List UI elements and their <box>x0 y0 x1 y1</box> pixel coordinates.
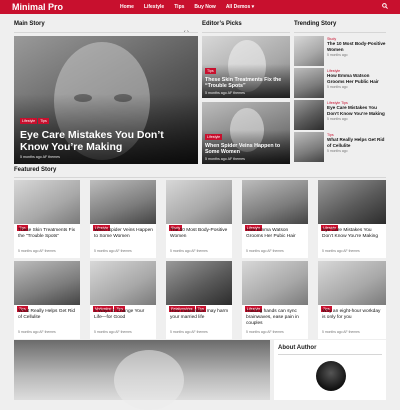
featured-title[interactable]: Eye Care Mistakes You Don’t Know You’re … <box>322 228 383 240</box>
about-author-heading: About Author <box>278 345 317 351</box>
featured-title[interactable]: Holding hands can sync brainwaves, ease … <box>246 309 305 327</box>
featured-title[interactable]: What Really Helps Get Rid of Cellulite <box>18 309 77 321</box>
trending-thumbnail[interactable] <box>294 36 324 66</box>
category-tag[interactable]: Tips <box>38 117 49 124</box>
post-meta: 5 months ago <box>327 149 348 153</box>
author-avatar[interactable] <box>316 361 346 391</box>
divider <box>14 177 386 178</box>
main-story-title[interactable]: Eye Care Mistakes You Don’t Know You’re … <box>20 129 192 153</box>
site-logo[interactable]: Minimal Pro <box>12 2 63 12</box>
featured-card[interactable]: Lifestyle How Emma Watson Grooms Her Pub… <box>242 180 308 258</box>
post-meta: 5 months ago AF themes <box>205 157 245 161</box>
post-meta: 5 months ago AF themes <box>20 155 60 159</box>
post-meta: 5 months ago AF themes <box>18 330 56 334</box>
trending-thumbnail[interactable] <box>294 100 324 130</box>
trending-title[interactable]: What Really Helps Get Rid of Cellulite <box>327 137 386 148</box>
divider <box>278 354 382 355</box>
featured-title[interactable]: 5 Ways to Change Your Life—for Good <box>94 309 153 321</box>
divider <box>14 32 198 33</box>
about-author-widget: About Author <box>274 340 386 400</box>
trending-title[interactable]: The 10 Most Body-Positive Women <box>327 41 386 52</box>
top-navigation-bar: Minimal Pro Home Lifestyle Tips Buy Now … <box>0 0 400 14</box>
post-meta: 5 months ago AF themes <box>205 91 245 95</box>
main-story-card[interactable]: Lifestyle Tips Eye Care Mistakes You Don’… <box>14 36 198 164</box>
featured-title[interactable]: How materialism may harm your married li… <box>170 309 229 321</box>
category-tag[interactable]: Lifestyle <box>205 133 223 140</box>
featured-card[interactable]: Tips These Skin Treatments Fix the “Trou… <box>14 180 80 258</box>
main-story-heading: Main Story <box>14 21 45 27</box>
post-meta: 5 months ago AF themes <box>170 330 208 334</box>
trending-thumbnail[interactable] <box>294 132 324 162</box>
post-meta: 5 months ago AF themes <box>94 249 132 253</box>
featured-card[interactable]: Lifestyle Eye Care Mistakes You Don’t Kn… <box>318 180 386 258</box>
trending-title[interactable]: Eye Care Mistakes You Don’t Know You’re … <box>327 105 386 116</box>
editors-pick-card[interactable]: Tips These Skin Treatments Fix the “Trou… <box>202 36 290 98</box>
post-meta: 5 months ago AF themes <box>322 330 360 334</box>
featured-card[interactable]: Relationships Tips How materialism may ha… <box>166 261 232 339</box>
search-icon[interactable] <box>382 3 388 11</box>
featured-card[interactable]: Lifestyle When Spider Veins Happen to So… <box>90 180 156 258</box>
nav-item-all-demos[interactable]: All Demos ▾ <box>221 4 259 10</box>
main-story-overlay: Lifestyle Tips Eye Care Mistakes You Don’… <box>20 109 192 159</box>
category-tag[interactable]: Lifestyle <box>20 117 38 124</box>
editors-pick-overlay: Tips These Skin Treatments Fix the “Trou… <box>205 59 287 95</box>
nav-item-home[interactable]: Home <box>115 4 139 10</box>
editors-pick-title[interactable]: When Spider Veins Happen to Some Women <box>205 143 287 155</box>
featured-heading: Featured Story <box>14 167 57 173</box>
post-meta: 5 months ago <box>327 85 348 89</box>
featured-card[interactable]: Tips What Really Helps Get Rid of Cellul… <box>14 261 80 339</box>
nav-item-lifestyle[interactable]: Lifestyle <box>139 4 169 10</box>
trending-heading: Trending Story <box>294 21 337 27</box>
post-meta: 5 months ago AF themes <box>246 330 284 334</box>
featured-title[interactable]: These Skin Treatments Fix the “Trouble S… <box>18 228 77 240</box>
featured-title[interactable]: Why an eight-hour workday is only for yo… <box>322 309 383 321</box>
featured-card[interactable]: Motivation Tips 5 Ways to Change Your Lif… <box>90 261 156 339</box>
large-story-image[interactable] <box>14 340 270 410</box>
main-nav: Home Lifestyle Tips Buy Now All Demos ▾ <box>115 4 259 10</box>
editors-pick-card[interactable]: Lifestyle When Spider Veins Happen to So… <box>202 102 290 164</box>
featured-card[interactable]: Lifestyle Holding hands can sync brainwa… <box>242 261 308 339</box>
featured-card[interactable]: Study The 10 Most Body-Positive Women 5 … <box>166 180 232 258</box>
nav-item-tips[interactable]: Tips <box>169 4 189 10</box>
post-meta: 5 months ago <box>327 53 348 57</box>
divider <box>202 32 290 33</box>
featured-title[interactable]: How Emma Watson Grooms Her Pubic Hair <box>246 228 305 240</box>
trending-item[interactable]: Lifestyle Tips Eye Care Mistakes You Don… <box>294 100 386 130</box>
post-meta: 5 months ago AF themes <box>246 249 284 253</box>
featured-card[interactable]: Tips Why an eight-hour workday is only f… <box>318 261 386 339</box>
portrait-shape <box>114 350 184 410</box>
trending-item[interactable]: Study The 10 Most Body-Positive Women 5 … <box>294 36 386 66</box>
post-meta: 5 months ago <box>327 117 348 121</box>
trending-thumbnail[interactable] <box>294 68 324 98</box>
editors-pick-overlay: Lifestyle When Spider Veins Happen to So… <box>205 125 287 161</box>
nav-item-buy-now[interactable]: Buy Now <box>189 4 220 10</box>
featured-title[interactable]: When Spider Veins Happen to Some Women <box>94 228 153 240</box>
post-meta: 5 months ago AF themes <box>94 330 132 334</box>
post-meta: 5 months ago AF themes <box>18 249 56 253</box>
editors-picks-heading: Editor’s Picks <box>202 21 242 27</box>
trending-item[interactable]: Lifestyle How Emma Watson Grooms Her Pub… <box>294 68 386 98</box>
featured-title[interactable]: The 10 Most Body-Positive Women <box>170 228 229 240</box>
trending-title[interactable]: How Emma Watson Grooms Her Public Hair <box>327 73 386 84</box>
divider <box>294 32 386 33</box>
trending-item[interactable]: Tips What Really Helps Get Rid of Cellul… <box>294 132 386 162</box>
post-meta: 5 months ago AF themes <box>322 249 360 253</box>
category-tag[interactable]: Tips <box>205 67 216 74</box>
editors-pick-title[interactable]: These Skin Treatments Fix the “Trouble S… <box>205 77 287 89</box>
post-meta: 5 months ago AF themes <box>170 249 208 253</box>
